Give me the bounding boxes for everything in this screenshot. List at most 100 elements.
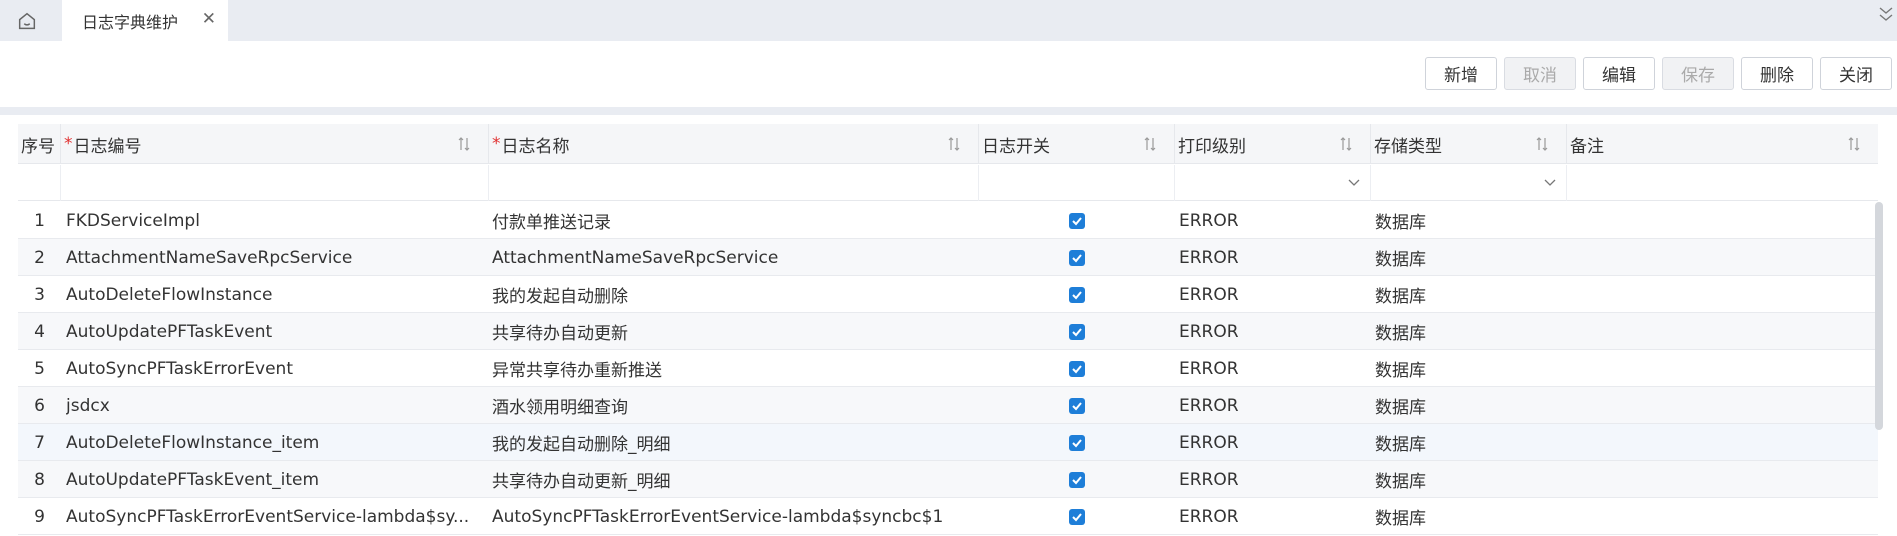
cell-name[interactable]: 共享待办自动更新 — [492, 313, 976, 350]
filter-switch-input[interactable] — [979, 165, 1175, 201]
cell-code[interactable]: AutoUpdatePFTaskEvent_item — [66, 461, 486, 498]
save-button[interactable]: 保存 — [1662, 57, 1734, 90]
cell-remark[interactable] — [1571, 350, 1871, 387]
cell-name[interactable]: 我的发起自动删除 — [492, 276, 976, 313]
cell-log-switch[interactable] — [979, 424, 1175, 461]
col-header-index[interactable]: 序号 — [18, 124, 61, 164]
cell-remark[interactable] — [1571, 202, 1871, 239]
checkbox-checked[interactable] — [1069, 249, 1085, 266]
cell-code[interactable]: FKDServiceImpl — [66, 202, 486, 239]
table-row[interactable]: 7 AutoDeleteFlowInstance_item 我的发起自动删除_明细 E… — [18, 424, 1878, 461]
checkbox-checked[interactable] — [1069, 471, 1085, 488]
filter-level-select[interactable] — [1175, 165, 1371, 201]
cell-storage[interactable]: 数据库 — [1375, 461, 1565, 498]
checkbox-checked[interactable] — [1069, 360, 1085, 377]
sort-icon[interactable] — [1340, 136, 1352, 152]
delete-button[interactable]: 删除 — [1741, 57, 1813, 90]
cell-storage[interactable]: 数据库 — [1375, 424, 1565, 461]
cell-idx[interactable]: 8 — [18, 461, 61, 498]
col-header-level[interactable]: 打印级别 — [1175, 124, 1371, 164]
chevron-down-icon[interactable] — [1348, 177, 1360, 187]
cell-code[interactable]: AutoDeleteFlowInstance — [66, 276, 486, 313]
cell-level[interactable]: ERROR — [1179, 498, 1369, 535]
cell-remark[interactable] — [1571, 239, 1871, 276]
cell-storage[interactable]: 数据库 — [1375, 239, 1565, 276]
sort-icon[interactable] — [1848, 136, 1860, 152]
cell-remark[interactable] — [1571, 387, 1871, 424]
sort-icon[interactable] — [458, 136, 470, 152]
cell-level[interactable]: ERROR — [1179, 461, 1369, 498]
checkbox-checked[interactable] — [1069, 286, 1085, 303]
table-row[interactable]: 1 FKDServiceImpl 付款单推送记录 ERROR 数据库 — [18, 202, 1878, 239]
table-row[interactable]: 2 AttachmentNameSaveRpcService AttachmentN… — [18, 239, 1878, 276]
cell-log-switch[interactable] — [979, 387, 1175, 424]
cell-storage[interactable]: 数据库 — [1375, 313, 1565, 350]
add-button[interactable]: 新增 — [1425, 57, 1497, 90]
checkbox-checked[interactable] — [1069, 508, 1085, 525]
col-header-name[interactable]: * 日志名称 — [489, 124, 979, 164]
cell-log-switch[interactable] — [979, 276, 1175, 313]
col-header-switch[interactable]: 日志开关 — [979, 124, 1175, 164]
col-header-code[interactable]: * 日志编号 — [61, 124, 489, 164]
cell-idx[interactable]: 9 — [18, 498, 61, 535]
cell-storage[interactable]: 数据库 — [1375, 387, 1565, 424]
table-row[interactable]: 8 AutoUpdatePFTaskEvent_item 共享待办自动更新_明细 ER… — [18, 461, 1878, 498]
cell-level[interactable]: ERROR — [1179, 424, 1369, 461]
table-row[interactable]: 6 jsdcx 酒水领用明细查询 ERROR 数据库 — [18, 387, 1878, 424]
filter-code-input[interactable] — [61, 165, 489, 201]
chevron-down-icon[interactable] — [1544, 177, 1556, 187]
cell-idx[interactable]: 1 — [18, 202, 61, 239]
chevron-double-down-icon[interactable] — [1877, 4, 1895, 26]
cancel-button[interactable]: 取消 — [1504, 57, 1576, 90]
cell-level[interactable]: ERROR — [1179, 276, 1369, 313]
cell-level[interactable]: ERROR — [1179, 202, 1369, 239]
sort-icon[interactable] — [948, 136, 960, 152]
cell-code[interactable]: AutoSyncPFTaskErrorEvent — [66, 350, 486, 387]
table-row[interactable]: 9 AutoSyncPFTaskErrorEventService-lambda$… — [18, 498, 1878, 535]
checkbox-checked[interactable] — [1069, 397, 1085, 414]
cell-remark[interactable] — [1571, 313, 1871, 350]
cell-name[interactable]: 共享待办自动更新_明细 — [492, 461, 976, 498]
col-header-remark[interactable]: 备注 — [1567, 124, 1878, 164]
sort-icon[interactable] — [1144, 136, 1156, 152]
table-row[interactable]: 5 AutoSyncPFTaskErrorEvent 异常共享待办重新推送 ERROR… — [18, 350, 1878, 387]
cell-storage[interactable]: 数据库 — [1375, 276, 1565, 313]
checkbox-checked[interactable] — [1069, 434, 1085, 451]
home-tab[interactable] — [0, 0, 54, 41]
col-header-storage[interactable]: 存储类型 — [1371, 124, 1567, 164]
cell-code[interactable]: AttachmentNameSaveRpcService — [66, 239, 486, 276]
close-tab-icon[interactable]: ✕ — [202, 9, 216, 29]
cell-idx[interactable]: 5 — [18, 350, 61, 387]
cell-idx[interactable]: 4 — [18, 313, 61, 350]
close-button[interactable]: 关闭 — [1820, 57, 1892, 90]
cell-name[interactable]: 异常共享待办重新推送 — [492, 350, 976, 387]
table-row[interactable]: 4 AutoUpdatePFTaskEvent 共享待办自动更新 ERROR 数据库 — [18, 313, 1878, 350]
cell-log-switch[interactable] — [979, 461, 1175, 498]
cell-idx[interactable]: 2 — [18, 239, 61, 276]
cell-storage[interactable]: 数据库 — [1375, 202, 1565, 239]
cell-level[interactable]: ERROR — [1179, 387, 1369, 424]
cell-remark[interactable] — [1571, 461, 1871, 498]
cell-log-switch[interactable] — [979, 350, 1175, 387]
cell-name[interactable]: 付款单推送记录 — [492, 202, 976, 239]
edit-button[interactable]: 编辑 — [1583, 57, 1655, 90]
cell-name[interactable]: 酒水领用明细查询 — [492, 387, 976, 424]
cell-remark[interactable] — [1571, 424, 1871, 461]
vertical-scrollbar[interactable] — [1875, 202, 1883, 430]
cell-idx[interactable]: 7 — [18, 424, 61, 461]
cell-idx[interactable]: 3 — [18, 276, 61, 313]
cell-remark[interactable] — [1571, 276, 1871, 313]
cell-code[interactable]: AutoDeleteFlowInstance_item — [66, 424, 486, 461]
cell-log-switch[interactable] — [979, 498, 1175, 535]
cell-idx[interactable]: 6 — [18, 387, 61, 424]
filter-remark-input[interactable] — [1567, 165, 1878, 201]
checkbox-checked[interactable] — [1069, 212, 1085, 229]
tab-log-dictionary[interactable]: 日志字典维护 ✕ — [62, 0, 228, 41]
cell-code[interactable]: AutoSyncPFTaskErrorEventService-lambda$s… — [66, 498, 486, 535]
filter-name-input[interactable] — [489, 165, 979, 201]
cell-name[interactable]: AttachmentNameSaveRpcService — [492, 239, 976, 276]
table-row[interactable]: 3 AutoDeleteFlowInstance 我的发起自动删除 ERROR 数据库 — [18, 276, 1878, 313]
cell-level[interactable]: ERROR — [1179, 350, 1369, 387]
cell-code[interactable]: jsdcx — [66, 387, 486, 424]
cell-code[interactable]: AutoUpdatePFTaskEvent — [66, 313, 486, 350]
